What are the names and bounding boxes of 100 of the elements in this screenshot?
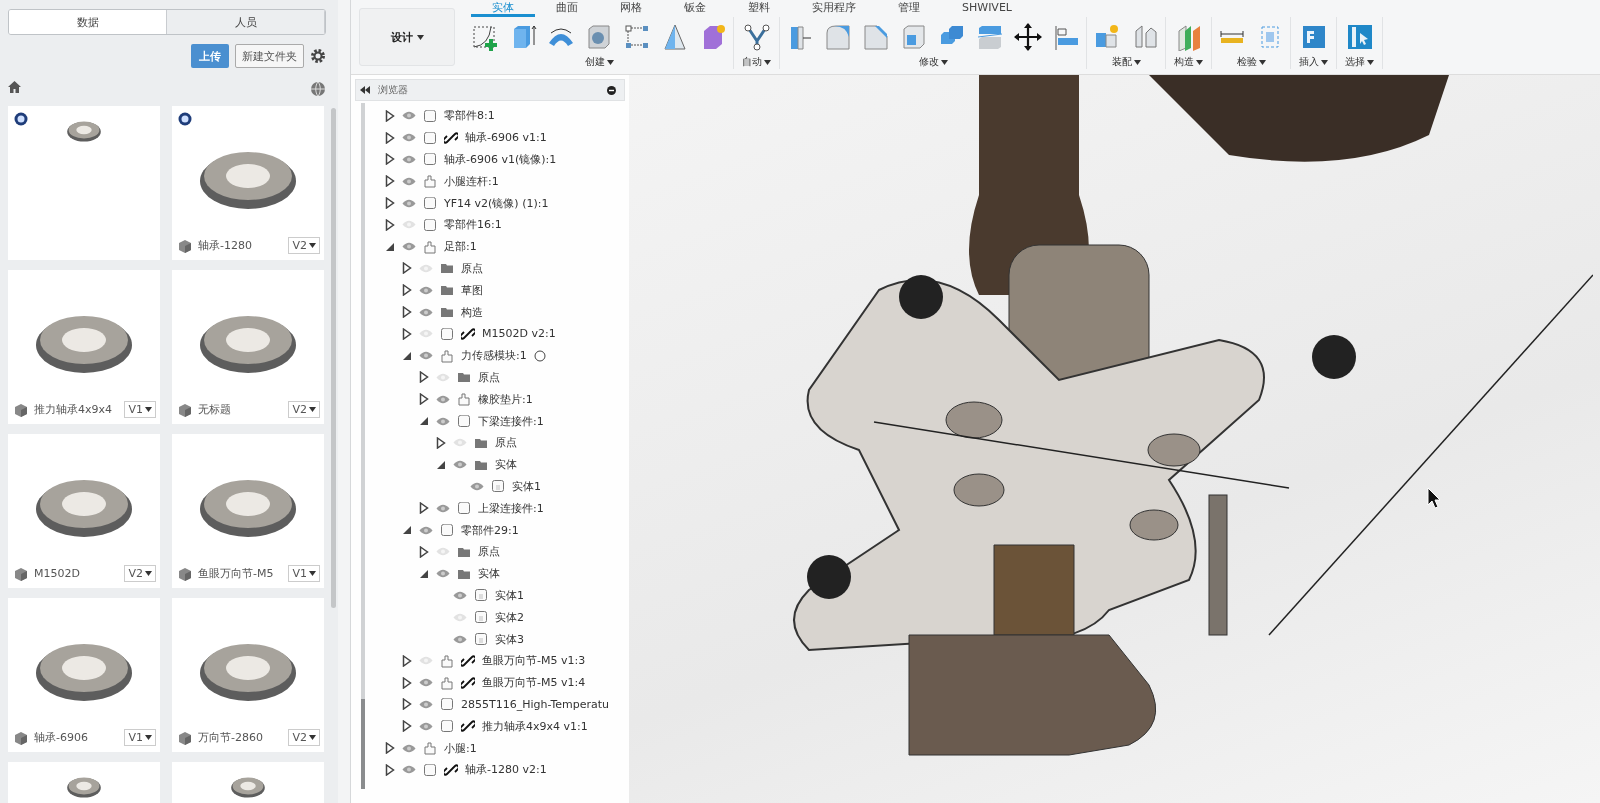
rounded-corner-icon[interactable] [824,23,852,51]
design-card[interactable]: 轴承-1280 V2 [172,106,324,260]
ribbon-tab[interactable]: SHWIVEL [941,0,1033,17]
tree-item-label[interactable]: 下梁连接件:1 [478,413,544,429]
tree-item-label[interactable]: 实体3 [495,631,524,647]
expand-arrow-icon[interactable] [385,153,395,166]
scrollbar[interactable] [331,108,336,608]
home-icon[interactable] [8,81,21,93]
tool-group-menu[interactable]: 自动 [740,55,773,69]
expand-arrow-icon[interactable] [419,371,429,384]
tree-item-label[interactable]: 零部件29:1 [461,522,519,538]
expand-arrow-icon[interactable] [402,262,412,275]
eye-icon[interactable] [453,590,467,600]
version-dropdown[interactable]: V1 [288,565,320,582]
design-card[interactable]: 万向节-2860 V2 [172,598,324,752]
panel-tab[interactable]: 数据 [9,10,167,34]
tree-item-label[interactable]: 小腿:1 [444,740,477,756]
eye-icon[interactable] [470,481,484,491]
activate-radio-icon[interactable] [533,349,546,362]
tool-group-menu[interactable]: 装配 [1109,55,1143,69]
tree-item-label[interactable]: 2855T116_High-Temperatu [461,697,610,711]
collapse-panel-icon[interactable] [360,86,370,94]
tree-item-label[interactable]: 原点 [478,544,500,560]
design-card[interactable]: M1502D V2 [8,434,160,588]
eye-icon[interactable] [402,133,416,143]
tree-item-label[interactable]: 实体 [478,566,500,582]
tree-item-label[interactable]: 实体1 [512,478,541,494]
expand-arrow-icon[interactable] [436,436,446,449]
expand-arrow-icon[interactable] [419,545,429,558]
collapse-arrow-icon[interactable] [402,525,412,536]
eye-icon[interactable] [453,634,467,644]
tree-item-label[interactable]: 小腿连杆:1 [444,173,499,189]
expand-arrow-icon[interactable] [385,763,395,776]
dot-pattern-icon[interactable] [623,23,651,51]
tree-item-label[interactable]: 构造 [461,304,483,320]
expand-arrow-icon[interactable] [385,742,395,754]
browser-scrollbar[interactable] [361,103,365,789]
eye-icon[interactable] [436,416,450,426]
joint-blocks-icon[interactable] [1093,23,1121,51]
eye-icon[interactable] [402,242,416,252]
tree-item-label[interactable]: 上梁连接件:1 [478,500,544,516]
tool-group-menu[interactable]: 创建 [582,55,616,69]
tree-item-label[interactable]: 轴承-1280 v2:1 [465,762,547,778]
expand-arrow-icon[interactable] [402,654,412,667]
eye-icon[interactable] [436,503,450,513]
tree-item-label[interactable]: 推力轴承4x9x4 v1:1 [482,718,588,734]
expand-arrow-icon[interactable] [402,327,412,340]
tree-item-label[interactable]: 草图 [461,282,483,298]
expand-arrow-icon[interactable] [385,218,395,231]
minus-circle-icon[interactable] [607,85,616,95]
tree-item-label[interactable]: 零部件8:1 [444,108,495,124]
collapse-arrow-icon[interactable] [436,459,446,470]
expand-arrow-icon[interactable] [402,284,412,297]
tree-item-label[interactable]: 轴承-6906 v1:1 [465,130,547,146]
sketch-plus-icon[interactable] [471,23,499,51]
tree-item-label[interactable]: 原点 [478,369,500,385]
ribbon-tab[interactable]: 管理 [877,0,941,17]
version-dropdown[interactable]: V2 [288,401,320,418]
tree-item-label[interactable]: YF14 v2(镜像) (1):1 [444,195,549,211]
eye-icon[interactable] [419,699,433,709]
ribbon-tab[interactable]: 塑料 [727,0,791,17]
tool-group-menu[interactable]: 检验 [1234,55,1268,69]
ribbon-tab[interactable]: 钣金 [663,0,727,17]
eye-icon[interactable] [419,678,433,688]
ribbon-tab[interactable]: 实用程序 [791,0,877,17]
design-card[interactable]: 无标题 V2 [172,270,324,424]
eye-icon[interactable] [419,721,433,731]
tree-item-label[interactable]: M1502D v2:1 [482,327,556,341]
settings-icon[interactable] [310,48,326,64]
tree-item-label[interactable]: 实体 [495,457,517,473]
new-folder-button[interactable]: 新建文件夹 [235,44,304,68]
eye-icon[interactable] [419,307,433,317]
hole-cube-icon[interactable] [585,23,613,51]
tree-item-label[interactable]: 轴承-6906 v1(镜像):1 [444,152,557,167]
pyramid-icon[interactable] [661,23,689,51]
tree-item-label[interactable]: 橡胶垫片:1 [478,391,533,407]
version-dropdown[interactable]: V2 [124,565,156,582]
expand-arrow-icon[interactable] [402,720,412,733]
branch-nodes-icon[interactable] [742,23,771,51]
eye-icon[interactable] [402,176,416,186]
cad-assembly-drawing[interactable] [793,75,1593,756]
tool-group-menu[interactable]: 构造 [1172,55,1205,69]
tool-group-menu[interactable]: 选择 [1343,55,1376,69]
tree-item-label[interactable]: 鱼眼万向节-M5 v1:3 [482,653,586,669]
expand-arrow-icon[interactable] [419,502,429,515]
ribbon-tab[interactable]: 网格 [599,0,663,17]
expand-arrow-icon[interactable] [385,109,395,122]
expand-arrow-icon[interactable] [385,175,395,188]
split-slab-icon[interactable] [976,23,1004,51]
version-dropdown[interactable]: V2 [288,729,320,746]
design-card[interactable]: 推力轴承4x9x4 V1 [8,270,160,424]
tool-group-menu[interactable]: 修改 [916,55,950,69]
tree-item-label[interactable]: 实体2 [495,609,524,625]
eye-icon[interactable] [402,111,416,121]
version-dropdown[interactable]: V1 [124,729,156,746]
expand-arrow-icon[interactable] [385,197,395,210]
tree-item-label[interactable]: 鱼眼万向节-M5 v1:4 [482,675,586,691]
align-bars-icon[interactable] [1052,23,1080,51]
expand-arrow-icon[interactable] [402,306,412,319]
collapse-arrow-icon[interactable] [419,568,429,579]
